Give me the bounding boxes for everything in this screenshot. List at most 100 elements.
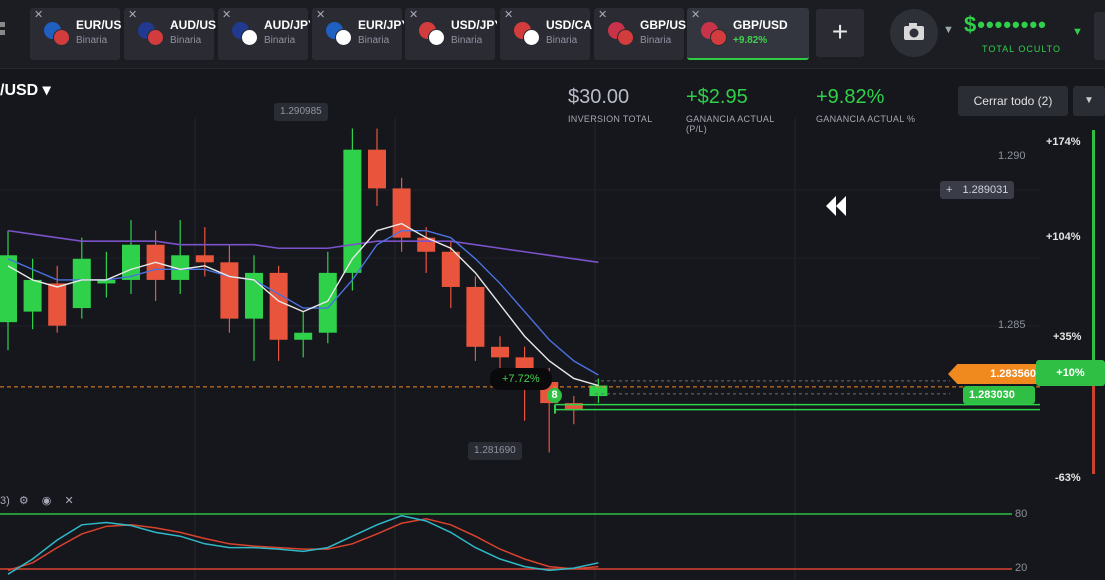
tab-symbol: AUD/USD (170, 18, 216, 32)
currency-flag-icon (326, 22, 352, 46)
candle-body (466, 286, 485, 347)
price-axis-label-1: 1.290 (998, 150, 1026, 162)
candle-body (441, 251, 460, 287)
currency-flag-icon (232, 22, 258, 46)
currency-flag-icon (419, 22, 445, 46)
gear-icon[interactable]: ⚙ (19, 495, 29, 507)
close-tab-icon[interactable]: ✕ (409, 9, 418, 21)
candle-body (294, 332, 313, 340)
close-all-button[interactable]: Cerrar todo (2) (958, 86, 1068, 116)
current-pct-tag: +10% (1036, 360, 1105, 386)
tab-subtitle: Binaria (76, 35, 108, 46)
eye-icon[interactable]: ◉ (42, 495, 52, 507)
scale-pct-4: -63% (1055, 472, 1081, 484)
candle-body (491, 346, 509, 358)
tab-symbol: USD/CAD (546, 18, 592, 32)
pnl-label: GANANCIA ACTUAL (P/L) (686, 114, 775, 134)
asset-tab[interactable]: ✕ GBP/USD +9.82% (687, 8, 809, 60)
pnl-stat: +$2.95 GANANCIA ACTUAL (P/L) (686, 86, 794, 134)
grid-menu-icon[interactable] (0, 18, 10, 48)
tab-symbol: AUD/JPY (264, 18, 310, 32)
tab-symbol: EUR/USD (76, 18, 122, 32)
camera-icon (904, 23, 924, 40)
tab-subtitle: Binaria (358, 35, 390, 46)
close-indicator-icon[interactable]: ✕ (64, 495, 73, 507)
cursor-icon (826, 196, 846, 216)
close-tab-icon[interactable]: ✕ (691, 9, 700, 21)
tab-subtitle: +9.82% (733, 35, 768, 46)
camera-dropdown-icon[interactable]: ▼ (943, 24, 954, 36)
tab-symbol: EUR/JPY (358, 18, 404, 32)
crosshair-price: 1.289031 (962, 184, 1009, 196)
camera-button[interactable] (890, 9, 938, 57)
pnl-pct-label: GANANCIA ACTUAL % (816, 114, 916, 124)
candle-body (195, 255, 214, 263)
candle-body (368, 149, 386, 189)
scale-bar-red (1092, 384, 1095, 474)
entry-price-tag: 1.283030 (963, 386, 1035, 404)
low-price-label: 1.281690 (468, 442, 522, 460)
indicator-toolbar: 3) ⚙ ◉ ✕ (0, 494, 74, 507)
high-price-label: 1.290985 (274, 103, 328, 121)
currency-flag-icon (44, 22, 70, 46)
scale-pct-3: +35% (1053, 331, 1082, 343)
candle-body (269, 272, 288, 340)
tab-subtitle: Binaria (546, 35, 578, 46)
candle-body (72, 258, 91, 309)
asset-tab[interactable]: ✕ AUD/USD Binaria (124, 8, 216, 60)
tab-subtitle: Binaria (640, 35, 672, 46)
tab-subtitle: Binaria (451, 35, 483, 46)
candle-body (318, 272, 337, 333)
asset-tab[interactable]: ✕ USD/CAD Binaria (500, 8, 592, 60)
scale-pct-1: +174% (1046, 136, 1081, 148)
current-price-tag: 1.283560 (948, 364, 1042, 384)
balance-dropdown-icon[interactable]: ▼ (1072, 26, 1083, 38)
side-panel-button[interactable] (1094, 12, 1105, 60)
candle-body (220, 262, 239, 319)
scale-pct-2: +104% (1046, 231, 1081, 243)
candle-body (0, 255, 17, 323)
add-tab-button[interactable]: + (816, 9, 864, 57)
asset-tab[interactable]: ✕ AUD/JPY Binaria (218, 8, 310, 60)
currency-flag-icon (514, 22, 540, 46)
currency-flag-icon (138, 22, 164, 46)
osc-level-80: 80 (1015, 508, 1028, 520)
candle-body (48, 283, 67, 326)
indicator-prefix: 3) (0, 495, 10, 507)
close-tab-icon[interactable]: ✕ (598, 9, 607, 21)
price-axis-label-2: 1.285 (998, 319, 1026, 331)
crosshair-plus-icon: + (946, 184, 953, 196)
chart-symbol-title[interactable]: /USD ▾ (0, 80, 51, 100)
top-bar: ✕ EUR/USD Binaria ✕ AUD/USD Binaria ✕ AUD/JPY Bi… (0, 0, 1105, 69)
asset-tab[interactable]: ✕ EUR/JPY Binaria (312, 8, 404, 60)
trade-profit-bubble[interactable]: +7.72% (490, 368, 552, 390)
close-tab-icon[interactable]: ✕ (222, 9, 231, 21)
pnl-pct-stat: +9.82% GANANCIA ACTUAL % (816, 86, 924, 124)
currency-flag-icon (608, 22, 634, 46)
osc-k-line (7, 514, 599, 575)
asset-tab[interactable]: ✕ GBP/USD Binaria (594, 8, 686, 60)
crosshair-price-tag: +1.289031 (940, 181, 1015, 199)
candle-body (23, 279, 42, 312)
osc-level-20: 20 (1015, 562, 1028, 574)
investment-value: $30.00 (568, 86, 630, 108)
asset-tab[interactable]: ✕ EUR/USD Binaria (30, 8, 122, 60)
balance-value[interactable]: $•••••••• (964, 12, 1047, 38)
investment-label: INVERSION TOTAL (568, 114, 653, 124)
price-chart[interactable] (0, 69, 1105, 580)
tab-symbol: GBP/USD (733, 18, 788, 32)
pnl-pct-value: +9.82% (816, 86, 885, 108)
trade-count-badge[interactable]: 8 (547, 388, 562, 403)
candle-body (343, 149, 362, 273)
scale-bg (1040, 120, 1092, 472)
close-tab-icon[interactable]: ✕ (34, 9, 43, 21)
asset-tab[interactable]: ✕ USD/JPY Binaria (405, 8, 497, 60)
close-tab-icon[interactable]: ✕ (316, 9, 325, 21)
close-tab-icon[interactable]: ✕ (504, 9, 513, 21)
tab-symbol: GBP/USD (640, 18, 686, 32)
close-tab-icon[interactable]: ✕ (128, 9, 137, 21)
tab-subtitle: Binaria (170, 35, 202, 46)
scale-bar-green (1092, 130, 1095, 370)
currency-flag-icon (701, 22, 727, 46)
close-all-dropdown-icon[interactable]: ▼ (1073, 86, 1105, 116)
